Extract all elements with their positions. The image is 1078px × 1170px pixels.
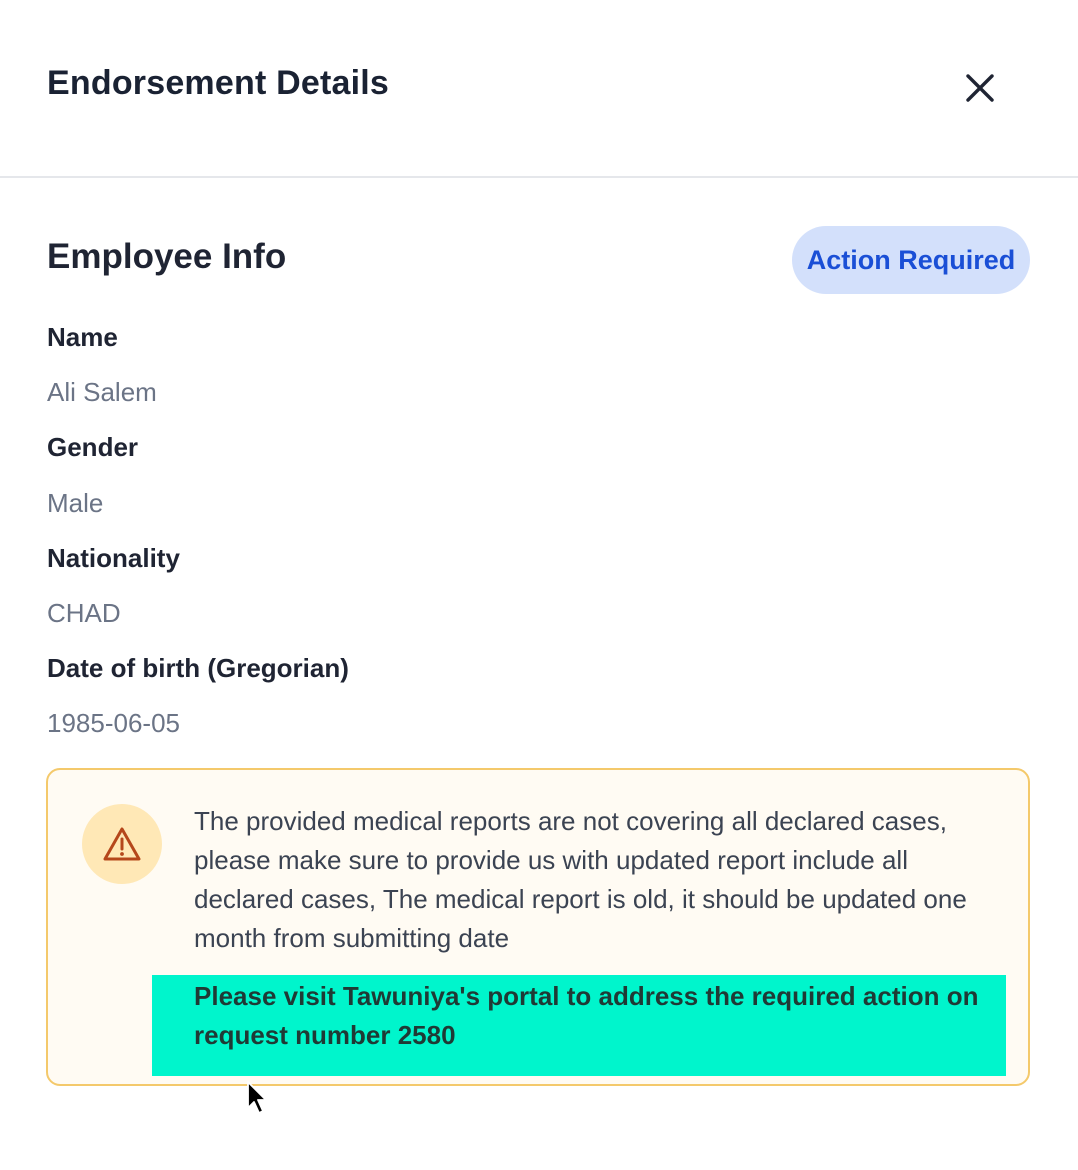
alert-action-text: Please visit Tawuniya's portal to addres… bbox=[194, 981, 979, 1050]
endorsement-details-modal: Endorsement Details Employee Info Action… bbox=[0, 0, 1078, 1170]
section-title-employee-info: Employee Info bbox=[47, 237, 287, 276]
modal-title: Endorsement Details bbox=[47, 64, 390, 102]
modal-header: Endorsement Details bbox=[0, 0, 1078, 178]
mouse-cursor-icon bbox=[247, 1081, 267, 1114]
status-badge: Action Required bbox=[792, 226, 1030, 294]
warning-icon-circle bbox=[82, 804, 162, 884]
close-button[interactable] bbox=[958, 66, 1002, 110]
alert-message: The provided medical reports are not cov… bbox=[194, 806, 967, 953]
close-icon bbox=[966, 74, 994, 102]
field-value-gender: Male bbox=[47, 488, 104, 518]
field-label-gender: Gender bbox=[47, 432, 139, 462]
field-label-date-of-birth: Date of birth (Gregorian) bbox=[47, 653, 349, 683]
action-required-alert: The provided medical reports are not cov… bbox=[46, 768, 1030, 1086]
alert-action-highlight: Please visit Tawuniya's portal to addres… bbox=[152, 975, 1006, 1076]
field-label-name: Name bbox=[47, 322, 118, 352]
warning-icon bbox=[103, 827, 141, 861]
field-value-nationality: CHAD bbox=[47, 598, 121, 628]
field-value-name: Ali Salem bbox=[47, 377, 157, 407]
field-label-nationality: Nationality bbox=[47, 543, 180, 573]
field-value-date-of-birth: 1985-06-05 bbox=[47, 708, 180, 738]
